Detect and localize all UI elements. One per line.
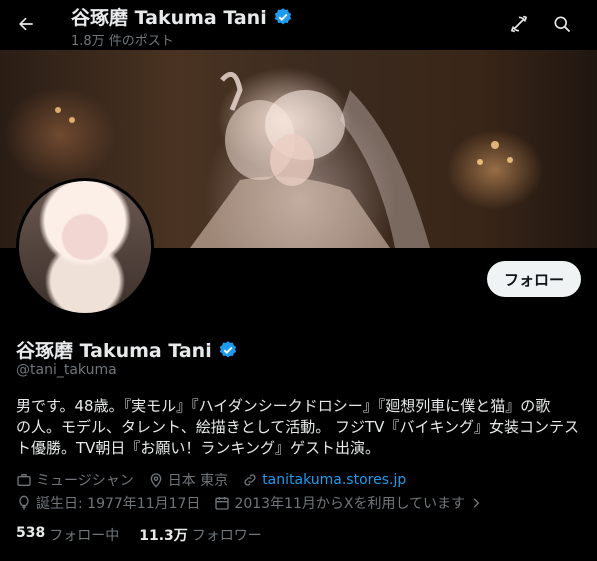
search-button[interactable]: [547, 9, 577, 39]
follow-stats: 538 フォロー中 11.3万 フォロワー: [16, 525, 282, 545]
profile-name: 谷琢磨 Takuma Tani: [16, 336, 238, 363]
calendar-icon: [215, 497, 230, 510]
joined-text: 2013年11月からXを利用しています: [234, 496, 466, 512]
followers-count: 11.3万: [139, 528, 188, 544]
display-name: 谷琢磨 Takuma Tani: [16, 340, 212, 362]
verified-badge-icon: [219, 340, 236, 357]
profile-meta-row: ミュージシャン 日本 東京 tanitakuma.stores.jp: [16, 470, 420, 490]
bio-line: ト優勝。TV朝日『お願い！ランキング』ゲスト出演。: [16, 439, 380, 457]
website-item[interactable]: tanitakuma.stores.jp: [242, 472, 406, 488]
balloon-icon: [19, 495, 29, 510]
follow-button[interactable]: フォロー: [487, 261, 581, 297]
refresh-icon: [510, 15, 528, 33]
back-button[interactable]: [10, 8, 42, 40]
followers-label: フォロワー: [191, 528, 262, 544]
refresh-button[interactable]: [504, 9, 534, 39]
link-icon: [244, 474, 256, 486]
bio-line: の人。モデル、タレント、絵描きとして活動。 フジTV『バイキング』女装コンテス: [16, 418, 579, 436]
profile-handle: @tani_takuma: [16, 362, 117, 378]
verified-badge-icon: [274, 7, 291, 24]
following-stat[interactable]: 538 フォロー中: [16, 525, 119, 545]
arrow-left-icon: [19, 17, 33, 31]
header-title: 谷琢磨 Takuma Tani: [71, 3, 293, 30]
avatar-image: [19, 181, 151, 313]
bio-line: 男です。48歳。『実モル』『ハイダンシークドロシー』『廻想列車に僕と猫』の歌: [16, 397, 551, 415]
location-text: 日本 東京: [167, 473, 229, 489]
avatar[interactable]: [16, 178, 154, 316]
category-item: ミュージシャン: [16, 470, 134, 490]
location-pin-icon: [150, 473, 162, 488]
followers-stat[interactable]: 11.3万 フォロワー: [139, 525, 262, 545]
birthday-text: 誕生日: 1977年11月17日: [36, 496, 201, 512]
category-text: ミュージシャン: [36, 473, 134, 489]
profile-bio: 男です。48歳。『実モル』『ハイダンシークドロシー』『廻想列車に僕と猫』の歌 の…: [16, 396, 584, 459]
location-item: 日本 東京: [148, 470, 228, 490]
post-count: 1.8万 件のポスト: [71, 34, 174, 49]
header-name: 谷琢磨 Takuma Tani: [71, 7, 267, 29]
search-icon: [554, 16, 571, 33]
website-link[interactable]: tanitakuma.stores.jp: [262, 472, 406, 488]
top-bar: 谷琢磨 Takuma Tani 1.8万 件のポスト: [0, 0, 597, 50]
chevron-right-icon: [473, 498, 480, 508]
briefcase-icon: [17, 474, 31, 486]
following-label: フォロー中: [49, 528, 120, 544]
joined-item[interactable]: 2013年11月からXを利用しています: [214, 493, 487, 513]
birthday-item: 誕生日: 1977年11月17日: [16, 493, 200, 513]
following-count: 538: [16, 525, 46, 541]
profile-meta-row: 誕生日: 1977年11月17日 2013年11月からXを利用しています: [16, 493, 501, 513]
